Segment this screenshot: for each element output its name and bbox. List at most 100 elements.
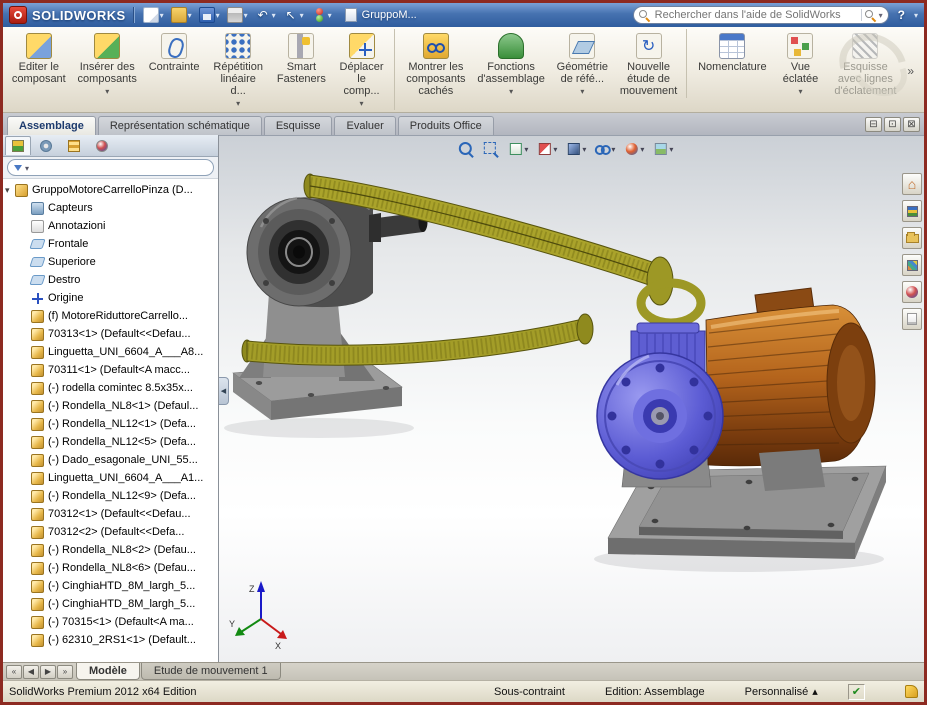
tree-item[interactable]: (-) CinghiaHTD_8M_largh_5... (3, 595, 218, 613)
tree-item[interactable]: 70313<1> (Default<<Defau... (3, 325, 218, 343)
task-pane-button[interactable] (902, 281, 922, 303)
window-control-button[interactable]: ⊟ (865, 117, 882, 132)
hud-button[interactable] (562, 139, 588, 159)
tab-nav-button[interactable]: » (57, 665, 73, 679)
panel-tab[interactable] (33, 136, 59, 155)
hud-button[interactable] (479, 139, 501, 159)
ribbon-button[interactable]: Smart Fasteners (272, 29, 331, 86)
tab-nav-button[interactable]: ▶ (40, 665, 56, 679)
command-tab[interactable]: Produits Office (398, 116, 494, 135)
panel-tab[interactable] (89, 136, 115, 155)
hud-button[interactable] (454, 139, 476, 159)
command-tab[interactable]: Evaluer (334, 116, 395, 135)
tree-expander-icon[interactable]: ▾ (5, 185, 15, 196)
task-pane-icon (907, 313, 917, 325)
ribbon-button[interactable]: Contrainte (144, 29, 205, 74)
tree-item-icon (31, 526, 44, 539)
ribbon-button[interactable]: Nomenclature (693, 29, 771, 74)
tree-item[interactable]: (-) Rondella_NL8<2> (Defau... (3, 541, 218, 559)
quick-tips-toggle[interactable]: ✔ (848, 684, 865, 700)
task-pane-button[interactable] (902, 308, 922, 330)
hud-icon (535, 140, 553, 158)
hud-button[interactable] (620, 139, 646, 159)
tab-nav-button[interactable]: « (6, 665, 22, 679)
ribbon-button[interactable]: Déplacer le comp... (333, 29, 396, 110)
tree-filter-field[interactable] (7, 159, 214, 176)
model-tab[interactable]: Etude de mouvement 1 (141, 663, 281, 680)
tree-item-icon (29, 257, 45, 267)
tree-item[interactable]: Linguetta_UNI_6604_A___A1... (3, 469, 218, 487)
tree-item[interactable]: Origine (3, 289, 218, 307)
search-submit-icon[interactable] (865, 10, 876, 21)
task-pane-button[interactable] (902, 227, 922, 249)
tree-item[interactable]: (f) MotoreRiduttoreCarrello... (3, 307, 218, 325)
ribbon-button[interactable]: Vue éclatée (773, 29, 827, 98)
ribbon-button[interactable]: Editer le composant (7, 29, 71, 86)
tab-nav-button[interactable]: ◀ (23, 665, 39, 679)
quick-access-button[interactable] (169, 6, 194, 24)
tree-item[interactable]: (-) Dado_esagonale_UNI_55... (3, 451, 218, 469)
tree-item[interactable]: (-) Rondella_NL12<1> (Defa... (3, 415, 218, 433)
window-control-button[interactable]: ⊡ (884, 117, 901, 132)
tree-item[interactable]: 70311<1> (Default<A macc... (3, 361, 218, 379)
tree-item[interactable]: Linguetta_UNI_6604_A___A8... (3, 343, 218, 361)
tree-item[interactable]: Annotazioni (3, 217, 218, 235)
help-dropdown-icon[interactable] (914, 9, 918, 21)
panel-tab[interactable] (5, 136, 31, 155)
hud-button[interactable] (649, 139, 675, 159)
hud-button[interactable] (533, 139, 559, 159)
tree-item[interactable]: Frontale (3, 235, 218, 253)
ribbon-overflow-button[interactable]: » (901, 64, 920, 78)
search-dropdown-icon[interactable] (879, 9, 883, 21)
task-pane-button[interactable] (902, 200, 922, 222)
ribbon-button[interactable]: Insérer des composants (73, 29, 142, 98)
filter-dropdown-icon[interactable] (25, 162, 29, 174)
hud-button[interactable] (504, 139, 530, 159)
tree-item[interactable]: (-) Rondella_NL12<5> (Defa... (3, 433, 218, 451)
command-tab[interactable]: Esquisse (264, 116, 333, 135)
ribbon-button[interactable]: Esquisse avec lignes d'éclatement (829, 29, 901, 98)
ribbon-button[interactable]: Montrer les composants cachés (401, 29, 470, 98)
tree-item[interactable]: ▾ GruppoMotoreCarrelloPinza (D... (3, 181, 218, 199)
help-button[interactable]: ? (894, 8, 909, 22)
ribbon-button-label: Smart Fasteners (277, 61, 326, 85)
search-input[interactable] (653, 8, 858, 22)
tree-item[interactable]: Superiore (3, 253, 218, 271)
tree-item[interactable]: (-) Rondella_NL8<1> (Defaul... (3, 397, 218, 415)
custom-status-label: Personnalisé (745, 686, 809, 698)
tree-item[interactable]: Capteurs (3, 199, 218, 217)
task-pane-button[interactable]: ⌂ (902, 173, 922, 195)
tree-item[interactable]: (-) CinghiaHTD_8M_largh_5... (3, 577, 218, 595)
ribbon-button[interactable]: Fonctions d'assemblage (472, 29, 549, 98)
tree-item[interactable]: (-) rodella comintec 8.5x35x... (3, 379, 218, 397)
quick-access-button[interactable]: ↶ (253, 6, 278, 24)
quick-access-button[interactable] (309, 6, 334, 24)
model-tab[interactable]: Modèle (76, 663, 140, 680)
ribbon-button[interactable]: Géométrie de réfé... (552, 29, 613, 98)
tree-item[interactable]: (-) 62310_2RS1<1> (Default... (3, 631, 218, 649)
custom-status-button[interactable]: Personnalisé ▴ (745, 685, 818, 698)
tree-item[interactable]: 70312<2> (Default<<Defa... (3, 523, 218, 541)
ribbon-button[interactable]: ↻ Nouvelle étude de mouvement (615, 29, 687, 98)
graphics-area[interactable]: Z Y X (219, 135, 924, 662)
command-tab[interactable]: Représentation schématique (98, 116, 262, 135)
panel-collapse-button[interactable]: ◀ (219, 377, 229, 405)
tree-item[interactable]: Destro (3, 271, 218, 289)
window-control-button[interactable]: ⊠ (903, 117, 920, 132)
task-pane-button[interactable] (902, 254, 922, 276)
ribbon-button[interactable]: Répétition linéaire d... (206, 29, 270, 110)
hud-button[interactable] (591, 139, 617, 159)
dropdown-arrow-icon (611, 143, 615, 155)
tree-item[interactable]: (-) Rondella_NL12<9> (Defa... (3, 487, 218, 505)
quick-access-button[interactable] (141, 6, 166, 24)
panel-tab[interactable] (61, 136, 87, 155)
command-tab[interactable]: Assemblage (7, 116, 96, 135)
tree-item[interactable]: (-) 70315<1> (Default<A ma... (3, 613, 218, 631)
tree-item[interactable]: (-) Rondella_NL8<6> (Defau... (3, 559, 218, 577)
quick-access-button[interactable]: ↖ (281, 6, 306, 24)
tree-item-icon (31, 580, 44, 593)
tree-item[interactable]: 70312<1> (Default<<Defau... (3, 505, 218, 523)
quick-access-button[interactable] (197, 6, 222, 24)
quick-access-icon (171, 7, 187, 23)
quick-access-button[interactable] (225, 6, 250, 24)
